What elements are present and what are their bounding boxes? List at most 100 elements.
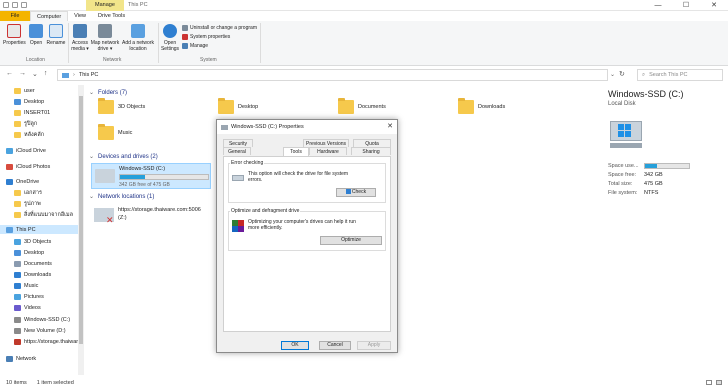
- optimize-button[interactable]: Optimize: [320, 236, 382, 245]
- sidebar-item[interactable]: INSERT01: [14, 108, 50, 117]
- recent-locations-chevron-icon[interactable]: ⌄: [32, 70, 38, 78]
- tab-previous-versions[interactable]: Previous Versions: [303, 139, 349, 147]
- sidebar-item[interactable]: user: [14, 86, 35, 95]
- add-network-location-button[interactable]: Add a network location: [120, 24, 156, 52]
- cancel-button[interactable]: Cancel: [319, 341, 351, 350]
- tab-hardware[interactable]: Hardware: [309, 147, 347, 155]
- sidebar-item[interactable]: Pictures: [14, 292, 44, 301]
- folder-icon: [6, 355, 13, 362]
- network-section-header[interactable]: ⌄ Network locations (1): [89, 193, 154, 201]
- sidebar-item[interactable]: iCloud Drive: [6, 146, 46, 155]
- sidebar-item[interactable]: หลังคลัก: [14, 130, 44, 139]
- folder-icon: [14, 293, 21, 300]
- new-folder-quick-icon[interactable]: [12, 2, 18, 8]
- back-arrow-icon[interactable]: ←: [6, 70, 13, 78]
- sidebar-item[interactable]: https://storage.thaiware: [14, 337, 81, 346]
- sidebar-item[interactable]: OneDrive: [6, 177, 39, 186]
- open-icon: [29, 24, 43, 38]
- sidebar-item[interactable]: Documents: [14, 259, 52, 268]
- check-button[interactable]: Check: [336, 188, 376, 197]
- refresh-icon[interactable]: ↻: [619, 70, 625, 78]
- gear-icon: [163, 24, 177, 38]
- tab-computer[interactable]: Computer: [30, 11, 69, 21]
- search-input[interactable]: ⌕ Search This PC: [637, 69, 723, 81]
- forward-arrow-icon[interactable]: →: [19, 70, 26, 78]
- sidebar-item[interactable]: Downloads: [14, 270, 51, 279]
- tab-general[interactable]: General: [223, 147, 251, 155]
- sidebar-item[interactable]: iCloud Photos: [6, 162, 50, 171]
- maximize-button[interactable]: ☐: [672, 0, 700, 11]
- breadcrumb-this-pc[interactable]: This PC: [79, 72, 99, 78]
- folder-documents[interactable]: Documents: [338, 98, 386, 114]
- optimize-text: Optimizing your computer's drives can he…: [248, 219, 356, 231]
- tab-drive-tools[interactable]: Drive Tools: [92, 11, 131, 21]
- open-button[interactable]: Open: [28, 24, 44, 46]
- details-view-icon[interactable]: [706, 380, 712, 385]
- nav-scrollbar-thumb[interactable]: [79, 96, 83, 344]
- sidebar-item[interactable]: เอกสาร: [14, 188, 42, 197]
- drive-icon: [221, 124, 228, 130]
- folders-section-header[interactable]: ⌄ Folders (7): [89, 89, 127, 97]
- manage-button[interactable]: Manage: [182, 43, 208, 49]
- dialog-title-bar: Windows-SSD (C:) Properties: [217, 120, 397, 134]
- sidebar-item[interactable]: Desktop: [14, 97, 44, 106]
- close-button[interactable]: ✕: [700, 0, 728, 11]
- tab-security[interactable]: Security: [223, 139, 253, 147]
- folder-icon: [6, 147, 13, 154]
- devices-section-header[interactable]: ⌄ Devices and drives (2): [89, 153, 158, 161]
- dialog-close-icon[interactable]: ✕: [387, 122, 393, 130]
- system-properties-button[interactable]: System properties: [182, 34, 230, 40]
- folder-downloads[interactable]: Downloads: [458, 98, 505, 114]
- uninstall-program-button[interactable]: Uninstall or change a program: [182, 25, 257, 31]
- tab-file[interactable]: File: [0, 11, 30, 21]
- sidebar-item-label: Windows-SSD (C:): [24, 316, 71, 323]
- sidebar-item[interactable]: 3D Objects: [14, 237, 51, 246]
- sidebar-item[interactable]: New Volume (D:): [14, 326, 66, 335]
- network-drive-icon: [98, 24, 112, 38]
- network-location-path: https://storage.thaiware.com:5006: [118, 207, 201, 213]
- defragment-icon: [232, 220, 244, 232]
- sidebar-item[interactable]: สิ่งที่แนบมาจากอีเมล: [14, 210, 73, 219]
- folder-music[interactable]: Music: [98, 124, 132, 140]
- sidebar-item[interactable]: รูปภาพ: [14, 199, 41, 208]
- sidebar-item[interactable]: Music: [14, 281, 38, 290]
- sidebar-item[interactable]: Desktop: [14, 248, 44, 257]
- access-media-button[interactable]: Access media ▾: [70, 24, 90, 52]
- customize-quick-icon[interactable]: [21, 2, 27, 8]
- properties-button[interactable]: Properties: [3, 24, 26, 46]
- sidebar-item[interactable]: Videos: [14, 303, 41, 312]
- folder-desktop[interactable]: Desktop: [218, 98, 258, 114]
- sidebar-item-label: Downloads: [24, 271, 52, 278]
- sidebar-item-label: 3D Objects: [24, 238, 52, 245]
- sidebar-item[interactable]: Windows-SSD (C:): [14, 315, 70, 324]
- address-dropdown-chevron-icon[interactable]: ⌄: [610, 71, 615, 78]
- tab-quota[interactable]: Quota: [353, 139, 391, 147]
- network-location-z[interactable]: ✕ https://storage.thaiware.com:5006 (Z:): [94, 205, 214, 227]
- up-arrow-icon[interactable]: ↑: [44, 70, 48, 78]
- ok-button[interactable]: OK: [281, 341, 309, 350]
- tab-tools[interactable]: Tools: [283, 147, 309, 156]
- sidebar-item[interactable]: รูปิลูก: [14, 119, 37, 128]
- folder-3d-objects[interactable]: 3D Objects: [98, 98, 145, 114]
- drive-c-tile[interactable]: Windows-SSD (C:) 342 GB free of 475 GB: [91, 163, 211, 189]
- drive-c-usage-bar: [119, 174, 209, 180]
- large-icons-view-icon[interactable]: [716, 380, 722, 385]
- minimize-button[interactable]: —: [644, 0, 672, 11]
- address-bar[interactable]: › This PC: [57, 69, 608, 81]
- properties-quick-icon[interactable]: [3, 2, 9, 8]
- map-network-drive-button[interactable]: Map network drive ▾: [90, 24, 120, 52]
- open-settings-button[interactable]: Open Settings: [160, 24, 180, 52]
- rename-button[interactable]: Rename: [46, 24, 66, 46]
- ribbon-separator: [68, 23, 69, 63]
- sidebar-item[interactable]: Network: [6, 354, 36, 363]
- quick-access-toolbar: [3, 2, 27, 8]
- window-title: This PC: [128, 2, 148, 8]
- tab-sharing[interactable]: Sharing: [351, 147, 391, 155]
- optimize-legend: Optimize and defragment drive: [230, 208, 301, 214]
- hard-drive-icon: [95, 169, 115, 183]
- context-tab-manage[interactable]: Manage: [86, 0, 124, 11]
- tab-view[interactable]: View: [68, 11, 92, 21]
- sidebar-item[interactable]: This PC: [0, 225, 80, 234]
- apply-button[interactable]: Apply: [357, 341, 391, 350]
- sidebar-item-label: Documents: [24, 260, 52, 267]
